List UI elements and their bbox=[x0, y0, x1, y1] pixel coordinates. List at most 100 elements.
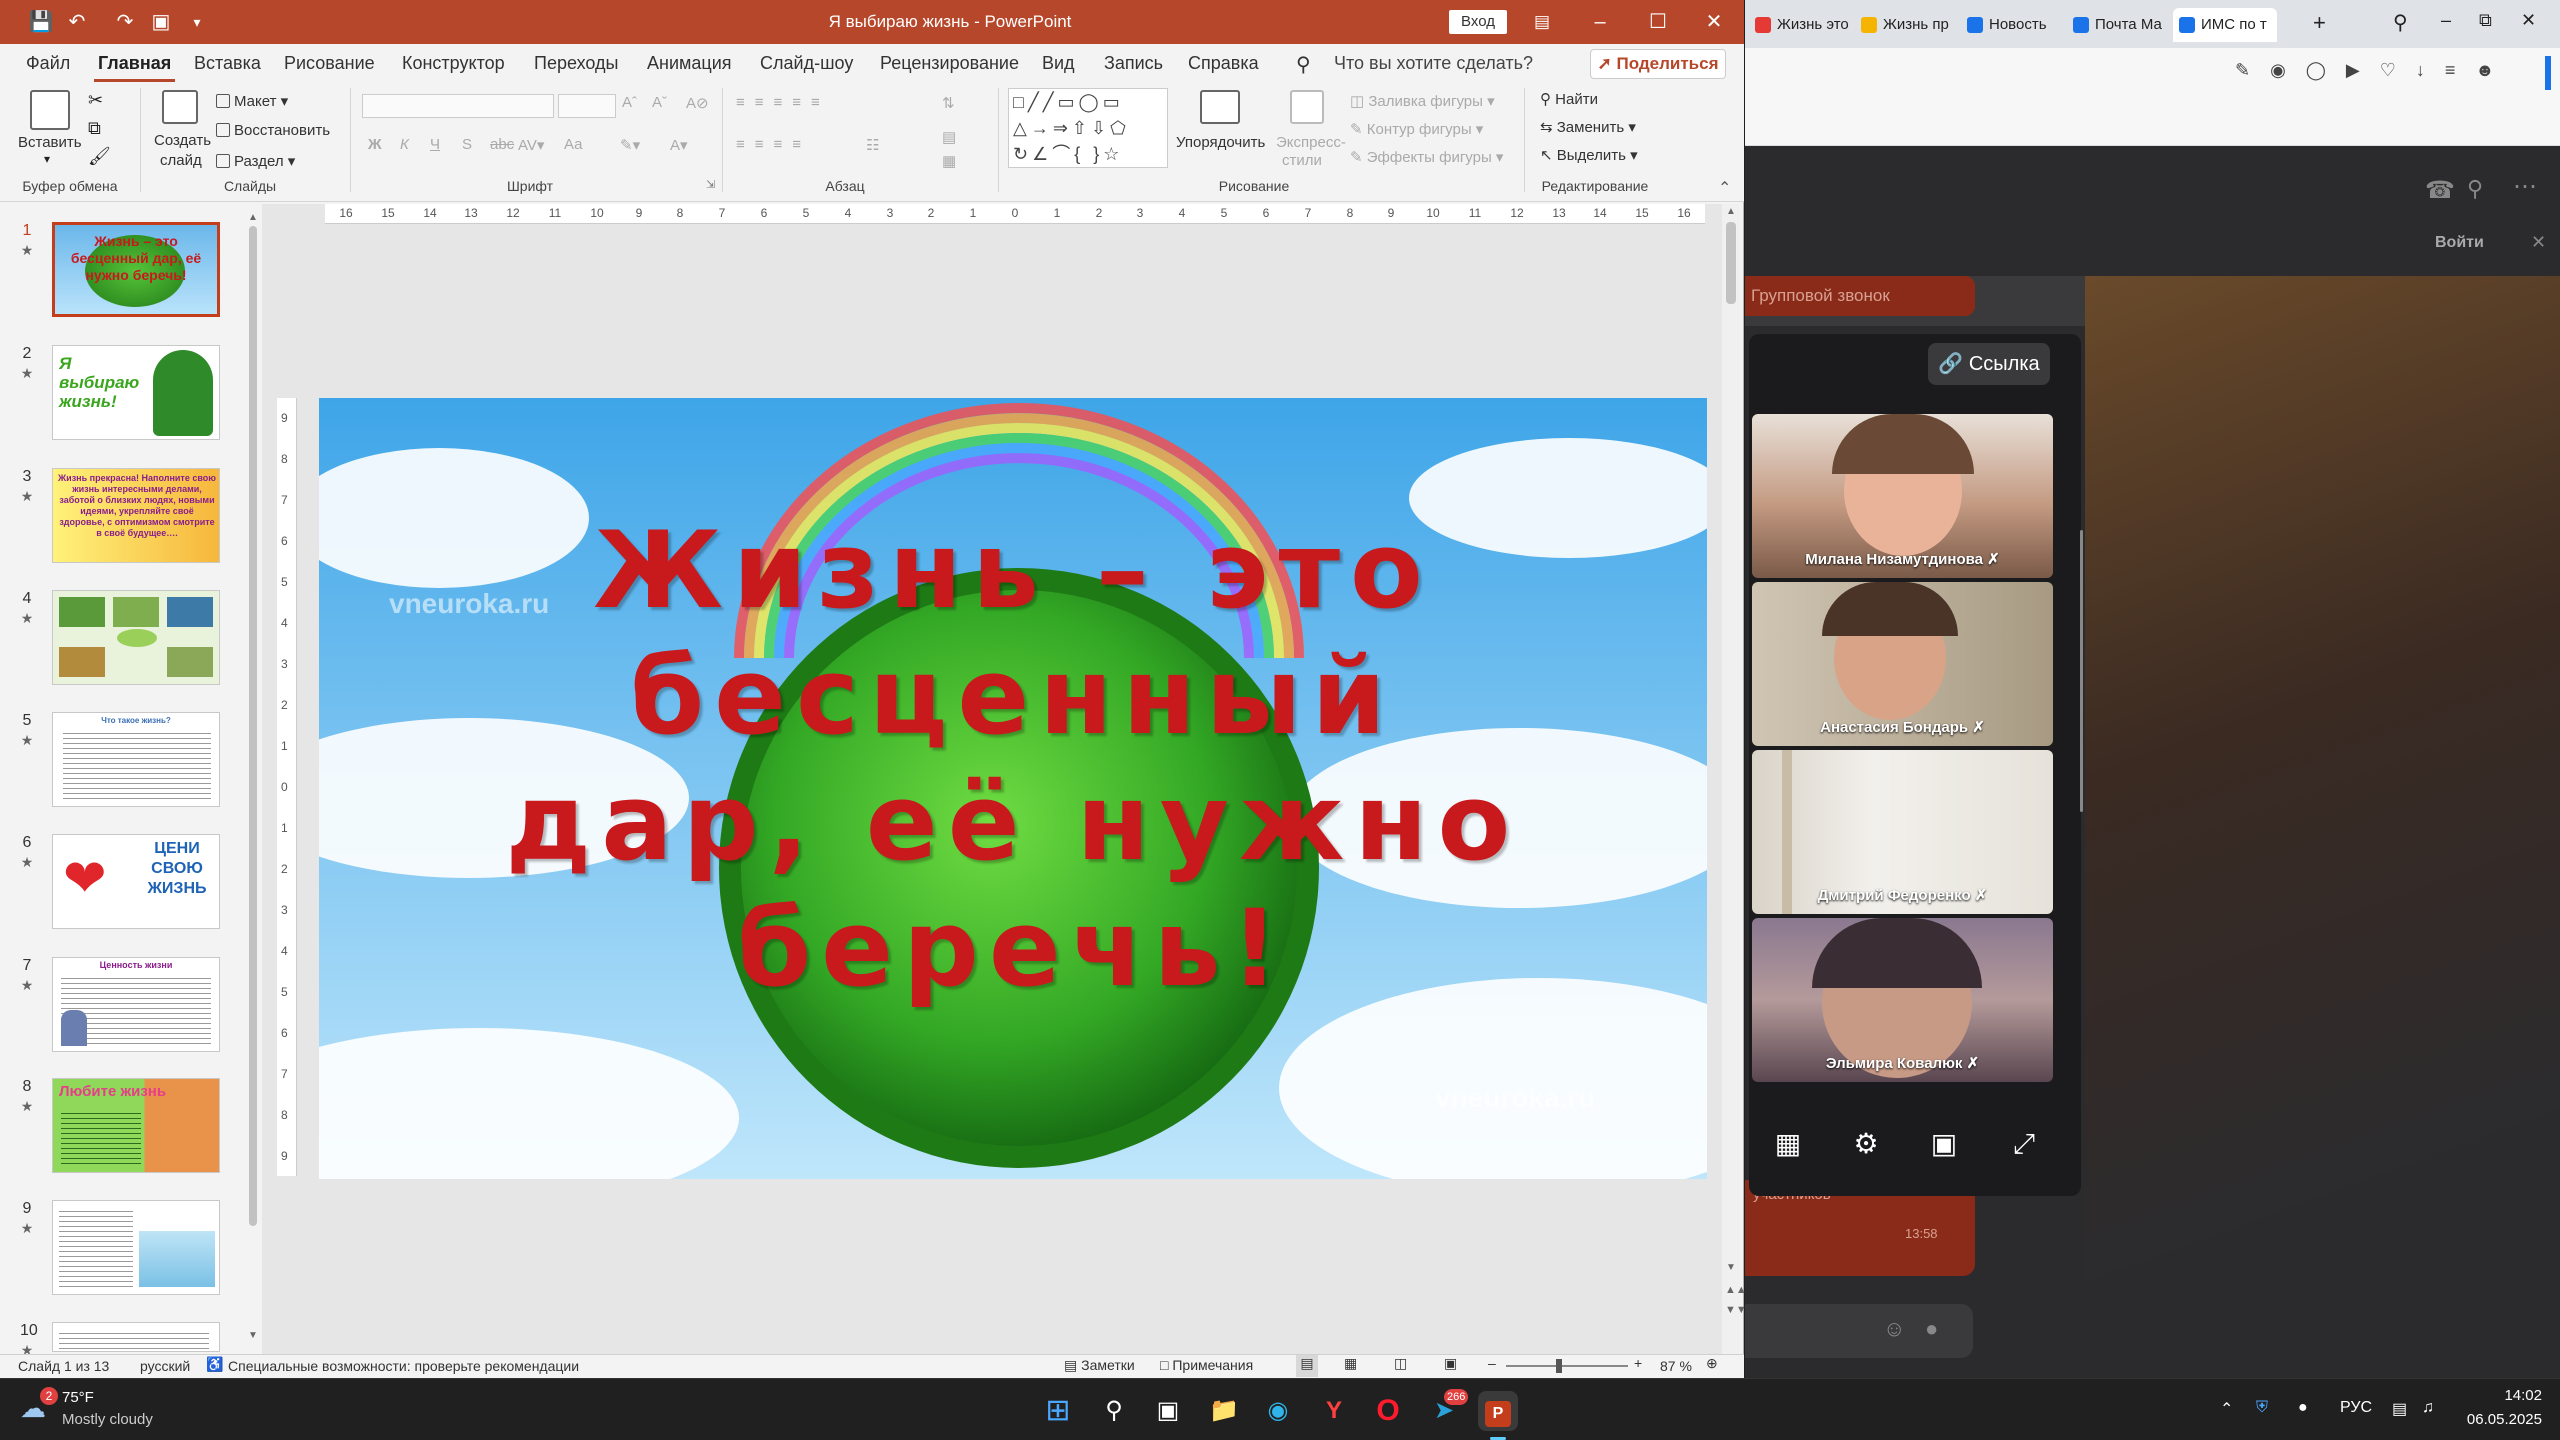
search-icon[interactable]: ⚲ bbox=[1094, 1391, 1134, 1431]
thumbnail-scroll-thumb[interactable] bbox=[249, 226, 257, 1226]
tab-slideshow[interactable]: Слайд-шоу bbox=[756, 44, 857, 82]
powerpoint-taskbar-icon[interactable]: P bbox=[1478, 1391, 1518, 1431]
zoom-slider-handle[interactable] bbox=[1556, 1359, 1562, 1373]
settings-icon[interactable]: ⚙ bbox=[1846, 1124, 1886, 1164]
slideshow-icon[interactable]: ▣ bbox=[1444, 1355, 1457, 1372]
tab-review[interactable]: Рецензирование bbox=[876, 44, 1023, 82]
bold-button[interactable]: Ж bbox=[368, 136, 382, 153]
arrange-button[interactable]: Упорядочить bbox=[1176, 134, 1265, 151]
reset-button[interactable]: Восстановить bbox=[216, 122, 330, 139]
previous-slide-icon[interactable]: ▲▲ bbox=[1725, 1284, 1747, 1296]
join-button[interactable]: Войти bbox=[2435, 234, 2484, 252]
italic-button[interactable]: К bbox=[400, 136, 409, 153]
find-button[interactable]: ⚲ Найти bbox=[1540, 90, 1598, 108]
slide-thumbnail-3[interactable]: Жизнь прекрасна! Наполните свою жизнь ин… bbox=[52, 468, 220, 563]
tab-draw[interactable]: Рисование bbox=[280, 44, 379, 82]
edge-browser-icon[interactable]: ◉ bbox=[1258, 1391, 1298, 1431]
present-icon[interactable]: ▣ bbox=[146, 8, 176, 36]
file-explorer-icon[interactable]: 📁 bbox=[1204, 1391, 1244, 1431]
editor-scroll-thumb[interactable] bbox=[1726, 222, 1736, 304]
cut-icon[interactable]: ✂ bbox=[88, 90, 103, 111]
weather-temperature[interactable]: 75°F bbox=[62, 1389, 94, 1406]
highlight-color-icon[interactable]: ✎▾ bbox=[620, 136, 640, 154]
copy-icon[interactable]: ⧉ bbox=[88, 118, 101, 139]
slide-thumbnail-4[interactable] bbox=[52, 590, 220, 685]
slide-thumbnail-5[interactable]: Что такое жизнь? bbox=[52, 712, 220, 807]
new-slide-button[interactable]: Создать bbox=[154, 132, 211, 149]
decrease-font-icon[interactable]: Aˇ bbox=[652, 94, 667, 111]
close-icon[interactable]: ✕ bbox=[1686, 0, 1742, 44]
minimize-icon[interactable]: – bbox=[1572, 0, 1628, 44]
align-buttons-icon[interactable]: ≡≡≡≡ bbox=[736, 136, 811, 153]
zoom-slider[interactable] bbox=[1506, 1365, 1628, 1367]
accessibility-status[interactable]: Специальные возможности: проверьте реком… bbox=[228, 1358, 579, 1374]
zoom-out-icon[interactable]: – bbox=[1488, 1355, 1496, 1371]
redo-icon[interactable]: ↷ bbox=[110, 8, 140, 36]
yandex-browser-icon[interactable]: Y bbox=[1314, 1391, 1354, 1431]
language-indicator[interactable]: русский bbox=[140, 1358, 190, 1374]
text-direction-icon[interactable]: ⇅ bbox=[942, 94, 955, 112]
shadow-button[interactable]: S bbox=[462, 136, 472, 153]
dialog-launcher-icon[interactable]: ⇲ bbox=[706, 178, 715, 191]
font-name-combobox[interactable] bbox=[362, 94, 554, 118]
picture-in-picture-icon[interactable]: ▣ bbox=[1924, 1124, 1964, 1164]
tab-transitions[interactable]: Переходы bbox=[530, 44, 622, 82]
slide-thumbnail-2[interactable]: Я выбираю жизнь! bbox=[52, 345, 220, 440]
close-icon[interactable]: ✕ bbox=[2521, 10, 2536, 31]
font-size-combobox[interactable] bbox=[558, 94, 616, 118]
underline-button[interactable]: Ч bbox=[430, 136, 440, 153]
microphone-icon[interactable]: ● bbox=[1925, 1316, 1938, 1342]
grid-view-icon[interactable]: ▦ bbox=[1768, 1124, 1808, 1164]
notes-button[interactable]: ▤ Заметки bbox=[1064, 1357, 1135, 1374]
clock-time[interactable]: 14:02 bbox=[2476, 1387, 2542, 1404]
new-slide-icon[interactable] bbox=[162, 90, 198, 124]
quick-styles-icon[interactable] bbox=[1290, 90, 1324, 124]
browser-tab-active[interactable]: ИМС по т bbox=[2173, 8, 2277, 42]
ribbon-display-icon[interactable]: ▤ bbox=[1514, 0, 1570, 44]
phone-icon[interactable]: ☎ bbox=[2425, 176, 2455, 205]
tab-file[interactable]: Файл bbox=[22, 44, 74, 82]
scroll-down-icon[interactable]: ▼ bbox=[248, 1330, 258, 1341]
microphone-icon[interactable]: ● bbox=[2298, 1399, 2308, 1417]
main-slide[interactable]: vneuroka.ru vneuroka.ru Жизнь – это бесц… bbox=[319, 398, 1707, 1179]
minimize-icon[interactable]: – bbox=[2441, 10, 2451, 31]
zoom-in-icon[interactable]: + bbox=[1634, 1355, 1642, 1371]
shape-effects-button[interactable]: ✎ Эффекты фигуры ▾ bbox=[1350, 148, 1503, 166]
fullscreen-icon[interactable]: ⤢ bbox=[2004, 1124, 2044, 1164]
copy-link-button[interactable]: 🔗 Ссылка bbox=[1928, 343, 2050, 385]
char-spacing-icon[interactable]: AV▾ bbox=[518, 136, 544, 154]
opera-browser-icon[interactable]: O bbox=[1368, 1391, 1408, 1431]
clear-format-icon[interactable]: A⊘ bbox=[686, 94, 709, 112]
paste-icon[interactable] bbox=[30, 90, 70, 130]
font-color-icon[interactable]: A▾ bbox=[670, 136, 688, 154]
comments-button[interactable]: □ Примечания bbox=[1160, 1357, 1253, 1373]
show-hidden-icons[interactable]: ⌃ bbox=[2220, 1399, 2233, 1419]
clock-date[interactable]: 06.05.2025 bbox=[2452, 1411, 2542, 1428]
share-button[interactable]: ➚ Поделиться bbox=[1590, 49, 1726, 79]
tell-me-search[interactable]: Что вы хотите сделать? bbox=[1330, 44, 1537, 82]
weather-description[interactable]: Mostly cloudy bbox=[62, 1411, 153, 1428]
customize-toolbar-icon[interactable]: ▾ bbox=[182, 8, 212, 36]
scroll-up-icon[interactable]: ▲ bbox=[1726, 206, 1736, 217]
tab-animations[interactable]: Анимация bbox=[643, 44, 736, 82]
scroll-up-icon[interactable]: ▲ bbox=[248, 212, 258, 223]
zoom-level[interactable]: 87 % bbox=[1660, 1358, 1692, 1374]
select-button[interactable]: ↖ Выделить ▾ bbox=[1540, 146, 1638, 164]
align-text-icon[interactable]: ▤ bbox=[942, 128, 956, 146]
next-slide-icon[interactable]: ▼▼ bbox=[1725, 1304, 1747, 1316]
tab-insert[interactable]: Вставка bbox=[190, 44, 265, 82]
layout-button[interactable]: Макет ▾ bbox=[216, 92, 288, 110]
columns-icon[interactable]: ☷ bbox=[866, 136, 879, 154]
more-icon[interactable]: ⋯ bbox=[2513, 172, 2537, 201]
input-language[interactable]: РУС bbox=[2340, 1399, 2372, 1417]
browser-tab[interactable]: Жизнь это bbox=[1749, 8, 1853, 42]
section-button[interactable]: Раздел ▾ bbox=[216, 152, 295, 170]
slide-thumbnail-10[interactable] bbox=[52, 1322, 220, 1352]
paste-button[interactable]: Вставить bbox=[18, 134, 82, 151]
participant-video[interactable]: Дмитрий Федоренко ✗ bbox=[1752, 750, 2053, 914]
replace-button[interactable]: ⇆ Заменить ▾ bbox=[1540, 118, 1636, 136]
tab-record[interactable]: Запись bbox=[1100, 44, 1167, 82]
volume-icon[interactable]: ♫ bbox=[2422, 1399, 2434, 1417]
security-shield-icon[interactable]: ⛨ bbox=[2256, 1399, 2268, 1417]
fit-to-window-icon[interactable]: ⊕ bbox=[1706, 1355, 1718, 1372]
